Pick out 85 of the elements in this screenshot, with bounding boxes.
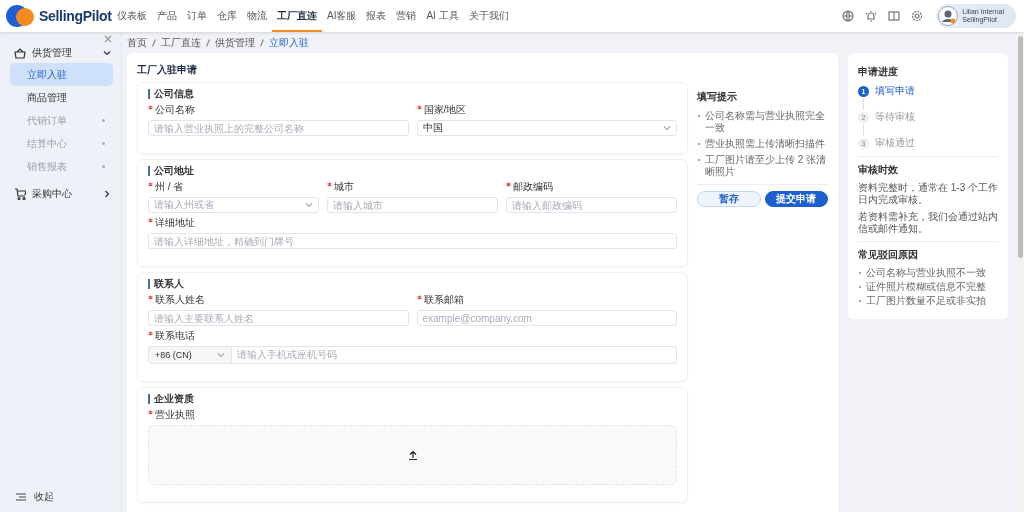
nav-tab[interactable]: 仪表板 <box>112 0 152 32</box>
menu-icon <box>16 493 26 501</box>
section-title: 公司信息 <box>148 89 677 99</box>
input-field[interactable]: 请输入主要联系人姓名 <box>148 310 409 326</box>
chevron-icon <box>217 352 225 358</box>
book-icon <box>888 10 901 22</box>
chevron-icon <box>663 125 671 131</box>
avatar-icon <box>938 6 959 26</box>
page-title: 工厂入驻申请 <box>137 63 198 77</box>
tip-item: 营业执照需上传清晰扫描件 <box>697 138 828 150</box>
field-label: 联系电话 <box>155 330 195 341</box>
scrollbar-thumb[interactable] <box>1017 36 1023 258</box>
select-field[interactable]: 中国 <box>416 120 677 136</box>
step-label: 审核通过 <box>875 136 915 150</box>
brand-name: SellingPilot <box>39 8 112 24</box>
nav-tab[interactable]: AI客服 <box>322 0 362 32</box>
field-label: 州 / 省 <box>155 181 184 192</box>
step-label: 等待审核 <box>875 110 915 124</box>
collapse-button[interactable]: 收起 <box>4 490 115 504</box>
section-title: 企业资质 <box>148 394 677 404</box>
nav-tab[interactable]: 产品 <box>152 0 182 32</box>
step-label: 填写申请 <box>875 84 915 98</box>
breadcrumb-link[interactable]: 首页 <box>127 36 147 50</box>
country-code-select[interactable]: +86 (CN) <box>149 347 232 363</box>
field-label: 国家/地区 <box>423 104 467 115</box>
breadcrumb-link[interactable]: 工厂直连 <box>161 36 201 50</box>
nav-tab[interactable]: 物流 <box>242 0 272 32</box>
nav-tab[interactable]: 工厂直连 <box>272 0 322 32</box>
input-field[interactable]: 请输入邮政编码 <box>506 197 677 213</box>
chevron-icon <box>305 202 313 208</box>
reason-item: 公司名称与营业执照不一致 <box>858 267 998 279</box>
submit-button[interactable]: 提交申请 <box>764 191 828 207</box>
tips-title: 填写提示 <box>697 90 738 104</box>
field-label: 邮政编码 <box>513 181 553 192</box>
phone-field[interactable]: +86 (CN) 请输入手机或座机号码 <box>148 346 677 364</box>
field-label: 公司名称 <box>155 104 195 115</box>
sidebar-group[interactable]: 采购中心 <box>4 184 115 204</box>
section-title: 审核时效 <box>858 163 899 177</box>
settings-icon <box>911 10 924 22</box>
section-title: 常见驳回原因 <box>858 248 919 262</box>
status-dot <box>102 142 105 145</box>
field-label: 联系人姓名 <box>155 294 205 305</box>
slash-icon <box>152 39 156 47</box>
tip-item: 公司名称需与营业执照完全一致 <box>697 110 828 134</box>
section-title: 公司地址 <box>148 166 677 176</box>
input-field[interactable]: 请输入城市 <box>327 197 498 213</box>
status-dot <box>102 165 105 168</box>
sidebar-item[interactable]: 商品管理 <box>10 86 113 109</box>
input-field[interactable]: 请输入详细地址，精确到门牌号 <box>148 233 677 249</box>
field-label: 营业执照 <box>155 409 195 420</box>
cart-icon <box>14 188 26 200</box>
bell-icon <box>865 10 878 22</box>
sidebar-item[interactable]: 立即入驻 <box>10 63 113 86</box>
upload-icon <box>407 450 418 460</box>
save-draft-button[interactable]: 暂存 <box>697 191 761 207</box>
section-title: 申请进度 <box>858 65 899 79</box>
field-label: 城市 <box>334 181 354 192</box>
slash-icon <box>206 39 210 47</box>
nav-tab[interactable]: 订单 <box>182 0 212 32</box>
tip-item: 工厂图片请至少上传 2 张清晰照片 <box>697 154 828 178</box>
input-field[interactable]: example@company.com <box>416 310 677 326</box>
upload-area[interactable] <box>148 425 677 485</box>
close-icon <box>104 35 112 43</box>
breadcrumb-link[interactable]: 供货管理 <box>215 36 255 50</box>
nav-tab[interactable]: AI 工具 <box>421 0 464 32</box>
status-dot <box>102 119 105 122</box>
reason-item: 工厂图片数量不足或非实拍 <box>858 295 998 307</box>
info-text: 若资料需补充，我们会通过站内信或邮件通知。 <box>858 211 998 235</box>
globe-icon <box>842 10 855 22</box>
basket-icon <box>14 47 26 59</box>
breadcrumb-link[interactable]: 立即入驻 <box>269 36 309 50</box>
scrollbar[interactable] <box>1016 32 1024 512</box>
field-label: 详细地址 <box>155 217 195 228</box>
reason-item: 证件照片模糊或信息不完整 <box>858 281 998 293</box>
slash-icon <box>260 39 264 47</box>
nav-tab[interactable]: 关于我们 <box>463 0 514 32</box>
sidebar-group[interactable]: 供货管理 <box>4 43 115 63</box>
nav-tab[interactable]: 报表 <box>361 0 392 32</box>
logo-icon <box>6 4 36 28</box>
input-field[interactable]: 请输入营业执照上的完整公司名称 <box>148 120 409 136</box>
nav-tab[interactable]: 仓库 <box>212 0 242 32</box>
info-text: 资料完整时，通常在 1-3 个工作日内完成审核。 <box>858 182 998 206</box>
section-title: 联系人 <box>148 279 677 289</box>
nav-tab[interactable]: 营销 <box>391 0 422 32</box>
field-label: 联系邮箱 <box>423 294 464 305</box>
